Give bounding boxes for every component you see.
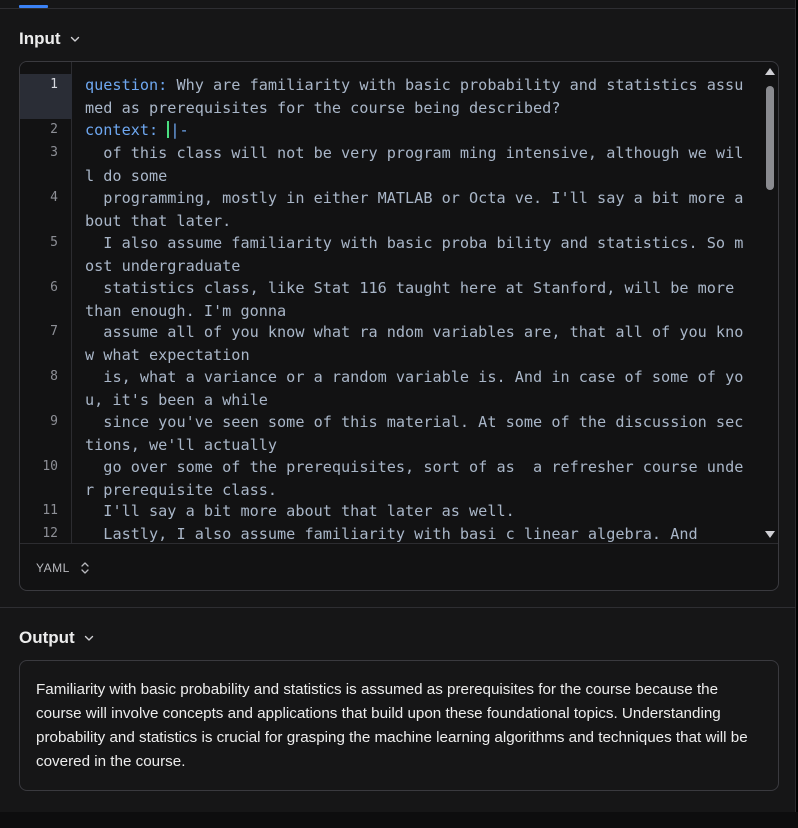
code-line: Lastly, I also assume familiarity with b… — [85, 525, 698, 543]
code-line: go over some of the prerequisites, sort … — [85, 458, 744, 499]
scroll-down-arrow-icon[interactable] — [765, 531, 775, 538]
line-number: 9 — [50, 414, 58, 429]
line-number: 3 — [50, 145, 58, 160]
text-cursor — [167, 121, 170, 138]
line-number: 5 — [50, 235, 58, 250]
scroll-thumb[interactable] — [766, 86, 774, 190]
code-line: I also assume familiarity with basic pro… — [85, 234, 744, 275]
code-line: statistics class, like Stat 116 taught h… — [85, 279, 744, 320]
chevron-down-icon — [84, 635, 93, 641]
code-line: question: Why are familiarity with basic… — [85, 74, 749, 119]
code-line: context: |- — [85, 119, 749, 142]
bottom-strip — [0, 812, 798, 828]
playground-panel: Input 1 2 3 4 5 6 7 8 9 10 11 12 questio… — [0, 0, 796, 812]
input-section-toggle[interactable]: Input — [19, 29, 81, 49]
line-number: 2 — [50, 122, 58, 137]
line-number: 11 — [42, 503, 58, 518]
line-number: 1 — [50, 77, 58, 92]
code-text: Why are familiarity with basic probabili… — [85, 76, 744, 117]
code-line: since you've seen some of this material.… — [85, 413, 744, 454]
output-text: Familiarity with basic probability and s… — [36, 681, 748, 770]
chevron-down-icon — [70, 36, 79, 42]
block-indicator: |- — [170, 121, 189, 139]
code-line: I'll say a bit more about that later as … — [85, 502, 515, 520]
language-label: YAML — [36, 560, 70, 575]
vertical-scrollbar[interactable] — [764, 66, 776, 540]
yaml-key: context: — [85, 121, 159, 139]
line-number: 7 — [50, 324, 58, 339]
chevron-up-down-icon — [81, 561, 89, 574]
output-section-toggle[interactable]: Output — [19, 628, 95, 648]
output-box: Familiarity with basic probability and s… — [19, 660, 779, 791]
input-editor[interactable]: 1 2 3 4 5 6 7 8 9 10 11 12 question: Why… — [19, 61, 779, 591]
code-area[interactable]: 1 2 3 4 5 6 7 8 9 10 11 12 question: Why… — [20, 62, 778, 543]
top-divider — [0, 8, 796, 9]
input-title: Input — [19, 29, 61, 48]
code-line: assume all of you know what ra ndom vari… — [85, 323, 744, 364]
output-title: Output — [19, 628, 75, 647]
language-selector[interactable]: YAML — [36, 561, 90, 575]
line-number: 8 — [50, 369, 58, 384]
line-number: 4 — [50, 190, 58, 205]
code-line: is, what a variance or a random variable… — [85, 368, 744, 409]
line-number: 12 — [42, 526, 58, 541]
code-line: of this class will not be very program m… — [85, 144, 744, 185]
section-divider — [0, 607, 796, 608]
scroll-up-arrow-icon[interactable] — [765, 68, 775, 75]
yaml-key: question: — [85, 76, 168, 94]
editor-footer: YAML — [20, 543, 778, 590]
line-number: 6 — [50, 280, 58, 295]
code-line: programming, mostly in either MATLAB or … — [85, 189, 744, 230]
line-number: 10 — [42, 459, 58, 474]
